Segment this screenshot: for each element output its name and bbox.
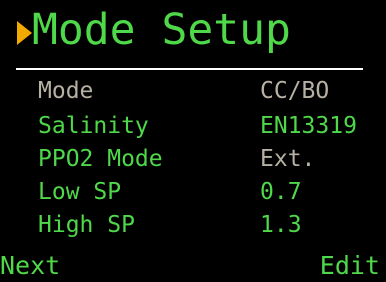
dive-computer-screen: Mode Setup Mode CC/BO Salinity EN13319 P… — [0, 0, 386, 282]
setting-label-ppo2-mode: PPO2 Mode — [38, 146, 163, 172]
setting-label-mode: Mode — [38, 78, 94, 104]
header-divider — [16, 68, 363, 70]
screen-header: Mode Setup — [0, 0, 386, 62]
setting-row-low-sp[interactable]: Low SP 0.7 — [0, 177, 386, 207]
setting-label-salinity: Salinity — [38, 113, 149, 139]
setting-value-high-sp: 1.3 — [260, 212, 302, 238]
setting-value-salinity: EN13319 — [260, 113, 357, 139]
setting-row-high-sp[interactable]: High SP 1.3 — [0, 210, 386, 240]
setting-row-mode[interactable]: Mode CC/BO — [0, 76, 386, 106]
setting-row-salinity[interactable]: Salinity EN13319 — [0, 111, 386, 141]
next-softkey-button[interactable]: Next — [0, 250, 60, 282]
edit-softkey-button[interactable]: Edit — [320, 250, 380, 282]
setting-label-low-sp: Low SP — [38, 179, 122, 205]
setting-label-high-sp: High SP — [38, 212, 135, 238]
setting-value-ppo2-mode: Ext. — [260, 146, 316, 172]
setting-row-ppo2-mode[interactable]: PPO2 Mode Ext. — [0, 144, 386, 174]
softkey-bar: Next Edit — [0, 250, 386, 282]
setting-value-low-sp: 0.7 — [260, 179, 302, 205]
page-title: Mode Setup — [32, 5, 291, 55]
selection-cursor-icon — [17, 21, 32, 45]
setting-value-mode: CC/BO — [260, 78, 330, 104]
